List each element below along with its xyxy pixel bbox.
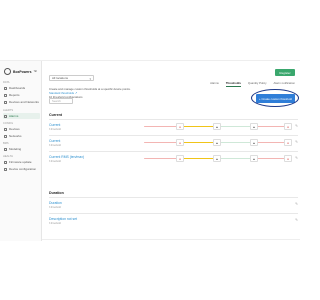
threshold-name-link[interactable]: Duration (49, 201, 62, 205)
threshold-subtitle: 3 threshold (49, 160, 61, 163)
brand-icon (4, 68, 11, 75)
brand-logo: BoxPowers ™ (4, 68, 37, 75)
sidebar-section-bms: BMS (3, 142, 9, 145)
dashboard-icon (4, 86, 7, 90)
edit-icon[interactable]: ✎ (295, 124, 298, 128)
sidebar-item-label: Networks (9, 134, 22, 138)
threshold-subtitle: 3 threshold (49, 128, 61, 131)
edit-icon[interactable]: ✎ (295, 218, 298, 222)
threshold-range-bar (181, 142, 217, 144)
warning-icon[interactable]: ▲ (250, 123, 258, 130)
alarm-icon[interactable]: ● (284, 139, 292, 146)
tab-bar: Alarms Thresholds Quantity Policy Alarm … (210, 81, 295, 87)
threshold-scale: ● ▲ ▲ ● (144, 123, 292, 131)
warning-icon[interactable]: ▲ (213, 155, 221, 162)
sidebar-item-label: Firmware update (9, 160, 32, 164)
chevron-down-icon: ▾ (89, 77, 91, 81)
threshold-range-bar (181, 158, 217, 160)
sidebar-item-devices[interactable]: Devices (3, 126, 40, 132)
tab-alarm-notification[interactable]: Alarm notification (274, 81, 295, 87)
alarm-icon[interactable]: ● (284, 155, 292, 162)
group-title: Duration (49, 191, 64, 195)
sidebar-section-alerts: ALERTS (3, 109, 14, 112)
threshold-card[interactable]: Current 3 threshold ● ▲ ▲ ● ✎ (49, 135, 298, 150)
wifi-icon (4, 134, 7, 138)
sidebar-item-label: Reports (9, 93, 20, 97)
sidebar-item-modeling[interactable]: Modeling (3, 146, 40, 152)
threshold-name-link[interactable]: Current RMS (ten/max) (49, 155, 84, 159)
warning-icon[interactable]: ▲ (213, 139, 221, 146)
threshold-name-link[interactable]: Description not set (49, 217, 77, 221)
main-content: All locations ▾ Register Alarms Threshol… (44, 61, 300, 241)
threshold-name-link[interactable]: Current (49, 123, 60, 127)
brand-name: BoxPowers (13, 69, 32, 74)
sidebar-item-label: Alarms (9, 114, 19, 118)
warning-icon[interactable]: ▲ (250, 139, 258, 146)
sidebar-item-networks[interactable]: Networks (3, 133, 40, 139)
sidebar-section-health: HEALTH (3, 155, 14, 158)
threshold-name-link[interactable]: Current (49, 139, 60, 143)
report-icon (4, 93, 7, 97)
threshold-range-bar (144, 158, 180, 160)
warning-icon[interactable]: ▲ (213, 123, 221, 130)
upload-icon (4, 160, 7, 164)
brand-trademark: ™ (33, 69, 37, 74)
settings-icon (4, 167, 7, 171)
tab-alarms[interactable]: Alarms (210, 81, 219, 87)
sidebar-item-alarms[interactable]: Alarms (3, 113, 40, 119)
location-select[interactable]: All locations ▾ (49, 75, 94, 81)
alarm-icon[interactable]: ● (176, 155, 184, 162)
threshold-card[interactable]: Current RMS (ten/max) 3 threshold ● ▲ ▲ ● ✎ (49, 151, 298, 166)
alarm-icon[interactable]: ● (176, 123, 184, 130)
sidebar-item-firmware[interactable]: Firmware update (3, 159, 40, 165)
device-icon (4, 127, 7, 131)
threshold-subtitle: 3 threshold (49, 222, 61, 225)
threshold-range-bar (144, 142, 180, 144)
sidebar-item-reports[interactable]: Reports (3, 92, 40, 98)
threshold-range-bar (218, 126, 254, 128)
alarm-icon[interactable]: ● (284, 123, 292, 130)
group-title: Current (49, 113, 62, 117)
threshold-scale: ● ▲ ▲ ● (144, 155, 292, 163)
alarm-icon[interactable]: ● (176, 139, 184, 146)
sidebar-item-label: Device configuration (9, 167, 37, 171)
edit-icon[interactable]: ✎ (295, 140, 298, 144)
tab-quantity-policy[interactable]: Quantity Policy (248, 81, 267, 87)
register-button[interactable]: Register (275, 69, 295, 76)
tab-thresholds[interactable]: Thresholds (225, 81, 241, 87)
sidebar-item-dashboards[interactable]: Dashboards (3, 85, 40, 91)
threshold-range-bar (218, 158, 254, 160)
threshold-subtitle: 3 threshold (49, 206, 61, 209)
threshold-scale: ● ▲ ▲ ● (144, 139, 292, 147)
model-icon (4, 147, 7, 151)
edit-icon[interactable]: ✎ (295, 156, 298, 160)
app-window: BoxPowers ™ DATA Dashboards Reports Devi… (0, 60, 300, 241)
warning-icon[interactable]: ▲ (250, 155, 258, 162)
sidebar-item-label: Modeling (9, 147, 22, 151)
network-icon (4, 100, 7, 104)
threshold-card[interactable]: Current 3 threshold ● ▲ ▲ ● ✎ (49, 119, 298, 134)
search-input[interactable]: Search (49, 98, 73, 104)
bell-icon (4, 114, 7, 118)
sidebar: BoxPowers ™ DATA Dashboards Reports Devi… (0, 61, 42, 241)
threshold-subtitle: 3 threshold (49, 144, 61, 147)
threshold-card[interactable]: Description not set 3 threshold ✎ (49, 213, 298, 228)
threshold-range-bar (181, 126, 217, 128)
location-select-value: All locations (52, 76, 69, 80)
sidebar-section-data: DATA (3, 81, 10, 84)
sidebar-item-label: Devices and Networks (9, 100, 39, 104)
sidebar-item-device-config[interactable]: Device configuration (3, 166, 40, 172)
threshold-range-bar (218, 142, 254, 144)
highlight-ring (251, 89, 299, 107)
sidebar-section-config: CONFIG (3, 122, 14, 125)
threshold-range-bar (144, 126, 180, 128)
sidebar-item-label: Dashboards (9, 86, 26, 90)
edit-icon[interactable]: ✎ (295, 202, 298, 206)
threshold-card[interactable]: Duration 3 threshold ✎ (49, 197, 298, 212)
sidebar-item-label: Devices (9, 127, 20, 131)
sidebar-item-devices-networks[interactable]: Devices and Networks (3, 99, 40, 105)
